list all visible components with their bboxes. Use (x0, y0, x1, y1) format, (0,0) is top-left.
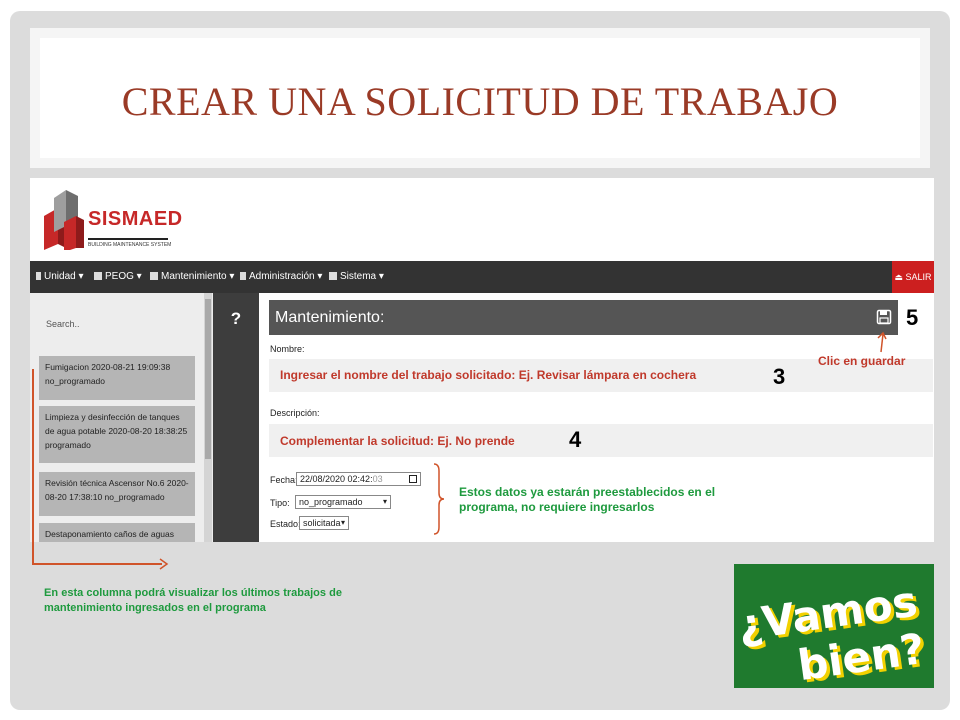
sidebar-item[interactable]: Fumigacion 2020-08-21 19:09:38 no_progra… (39, 356, 195, 400)
help-button[interactable]: ? (213, 309, 259, 329)
gears-icon (150, 272, 158, 280)
arrow-right-icon (159, 558, 169, 570)
sidebar-item[interactable]: Revisión técnica Ascensor No.6 2020-08-2… (39, 472, 195, 516)
nav-item-mantenimiento[interactable]: Mantenimiento ▾ (150, 261, 234, 293)
vamos-bien-badge: ¿Vamos ¿Vamos bien? bien? (734, 564, 934, 688)
logo-subtitle: BUILDING MAINTENANCE SYSTEM (88, 242, 172, 248)
estado-label: Estado: (270, 519, 301, 529)
brace-icon (433, 463, 445, 535)
column-note: En esta columna podrá visualizar los últ… (44, 587, 342, 614)
title-panel: CREAR UNA SOLICITUD DE TRABAJO (40, 38, 920, 158)
logo-text: SISMAED (88, 208, 183, 230)
sismaed-logo: SISMAED BUILDING MAINTENANCE SYSTEM (38, 184, 182, 256)
descripcion-hint: Complementar la solicitud: Ej. No prende (280, 434, 515, 448)
sitemap-icon (329, 272, 337, 280)
fecha-input[interactable]: 22/08/2020 02:42:03 (296, 472, 421, 486)
calendar-icon[interactable] (409, 475, 417, 483)
nav-item-unidad[interactable]: Unidad ▾ (36, 261, 84, 293)
chevron-down-icon: ▾ (340, 518, 345, 527)
navbar: Unidad ▾ PEOG ▾ Mantenimiento ▾ Administ… (30, 261, 934, 293)
descripcion-label: Descripción: (270, 408, 320, 418)
mobile-icon (36, 272, 41, 280)
step-4-number: 4 (569, 427, 582, 452)
save-icon[interactable] (876, 309, 892, 325)
slide-title: CREAR UNA SOLICITUD DE TRABAJO (121, 79, 839, 124)
nombre-hint: Ingresar el nombre del trabajo solicitad… (280, 368, 697, 382)
scroll-thumb[interactable] (205, 299, 211, 459)
fecha-label: Fecha: (270, 475, 298, 485)
search-input[interactable]: Search.. (46, 319, 80, 329)
salir-button[interactable]: ⏏ SALIR (892, 261, 934, 293)
tipo-select[interactable]: no_programado ▾ (295, 495, 391, 509)
sidebar-item[interactable]: Limpieza y desinfección de tanques de ag… (39, 406, 195, 463)
form-title: Mantenimiento: (275, 309, 385, 326)
estado-select[interactable]: solicitada ▾ (299, 516, 349, 530)
nombre-label: Nombre: (270, 344, 305, 354)
form-header: Mantenimiento: (269, 300, 898, 335)
guardar-hint: Clic en guardar (818, 354, 906, 368)
logo-divider (88, 238, 168, 240)
step-5-number: 5 (906, 305, 919, 330)
help-column: ? (213, 293, 259, 542)
step-3-number: 3 (773, 364, 786, 389)
vamos-bien-graphic: ¿Vamos ¿Vamos bien? bien? (735, 576, 931, 688)
arrow-up-icon (877, 331, 887, 353)
book-icon (240, 272, 246, 280)
column-guide-line (32, 563, 162, 565)
preset-note: Estos datos ya estarán preestablecidos e… (459, 485, 716, 514)
building-logo-icon (44, 190, 84, 250)
sidebar-item[interactable]: Destaponamiento caños de aguas (39, 523, 195, 542)
sidebar: Search.. Fumigacion 2020-08-21 19:09:38 … (30, 293, 213, 542)
sidebar-scrollbar[interactable] (204, 293, 212, 542)
nav-item-administracion[interactable]: Administración ▾ (240, 261, 322, 293)
tipo-label: Tipo: (270, 498, 290, 508)
list-icon (94, 272, 102, 280)
column-guide-line (32, 369, 34, 565)
nav-item-peog[interactable]: PEOG ▾ (94, 261, 142, 293)
nav-item-sistema[interactable]: Sistema ▾ (329, 261, 384, 293)
chevron-down-icon: ▾ (382, 497, 387, 506)
